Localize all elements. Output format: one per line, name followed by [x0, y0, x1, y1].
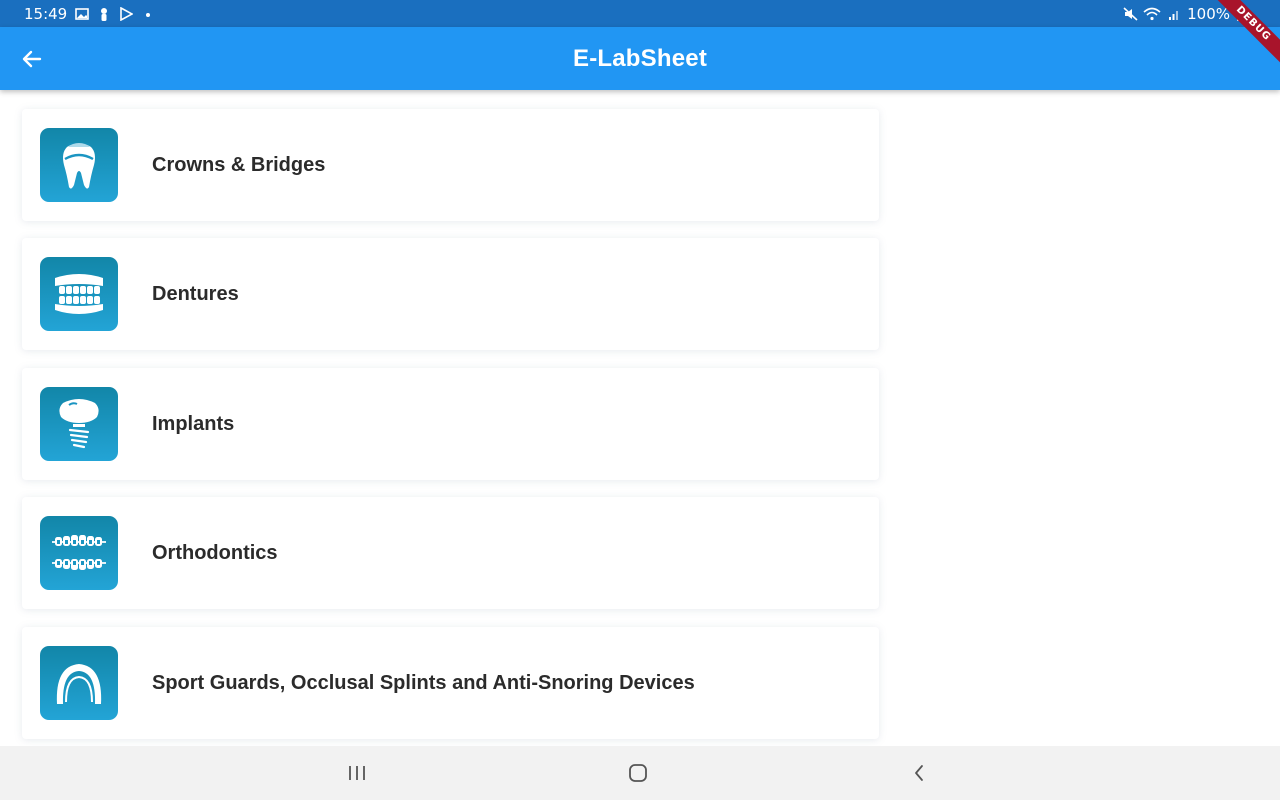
status-time: 15:49 — [24, 4, 68, 23]
home-icon — [629, 764, 647, 782]
category-label: Sport Guards, Occlusal Splints and Anti-… — [152, 671, 695, 694]
arrow-back-icon — [22, 50, 42, 68]
person-icon — [97, 7, 111, 21]
recent-apps-button[interactable] — [337, 758, 377, 788]
category-label: Implants — [152, 412, 235, 435]
dentures-icon — [40, 257, 118, 331]
implant-icon — [40, 387, 118, 461]
mouthguard-icon — [40, 646, 118, 720]
page-title: E-LabSheet — [572, 44, 708, 72]
status-left: 15:49 — [24, 5, 155, 23]
wifi-icon — [1143, 7, 1161, 21]
category-list: Crowns & Bridges Dentures Implants Ortho… — [0, 90, 1280, 746]
home-button[interactable] — [618, 758, 658, 788]
category-card-dentures[interactable]: Dentures — [22, 238, 879, 350]
app-bar: E-LabSheet — [0, 27, 1280, 90]
gallery-icon — [75, 7, 90, 21]
dot-icon — [141, 7, 155, 21]
category-label: Orthodontics — [152, 541, 278, 564]
braces-icon — [40, 516, 118, 590]
category-card-orthodontics[interactable]: Orthodontics — [22, 497, 879, 609]
mute-icon — [1123, 6, 1138, 21]
category-card-crowns-bridges[interactable]: Crowns & Bridges — [22, 109, 879, 221]
category-label: Crowns & Bridges — [152, 153, 326, 176]
play-store-icon — [119, 6, 134, 21]
category-card-implants[interactable]: Implants — [22, 368, 879, 480]
battery-percent: 100% — [1187, 4, 1230, 23]
back-icon — [915, 765, 923, 781]
status-bar: 15:49 100% — [0, 0, 1280, 27]
recent-apps-icon — [349, 766, 365, 780]
nav-back-button[interactable] — [899, 758, 939, 788]
signal-icon — [1167, 7, 1181, 21]
system-nav-bar — [0, 746, 1280, 800]
category-card-sport-guards[interactable]: Sport Guards, Occlusal Splints and Anti-… — [22, 627, 879, 739]
back-button[interactable] — [14, 41, 50, 77]
crown-icon — [40, 128, 118, 202]
category-label: Dentures — [152, 282, 239, 305]
